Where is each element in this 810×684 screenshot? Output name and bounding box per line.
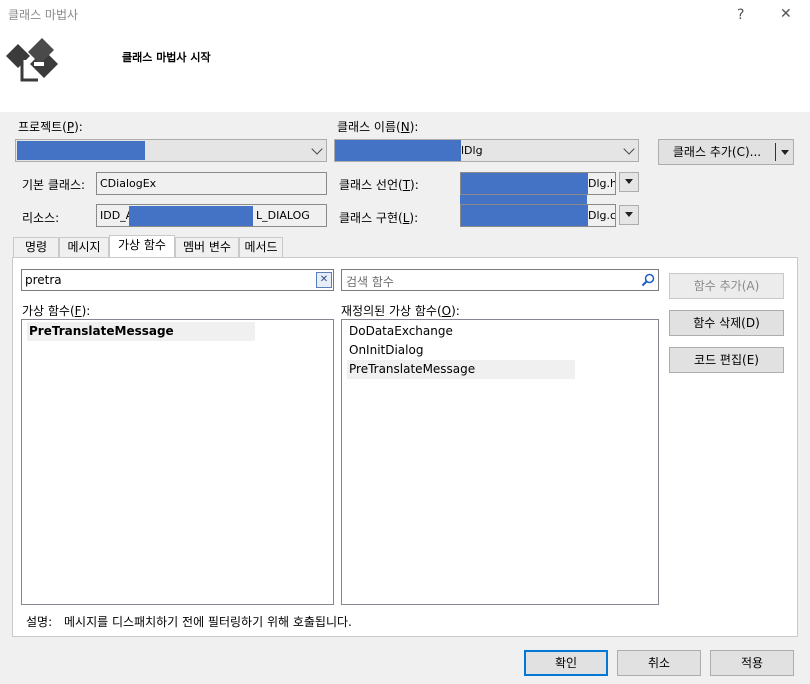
chevron-down-icon: [311, 143, 323, 155]
class-name-label: 클래스 이름(N):: [337, 120, 419, 134]
list-item[interactable]: PreTranslateMessage: [27, 322, 255, 341]
project-label: 프로젝트(P):: [18, 120, 83, 134]
redacted-block: [461, 205, 588, 226]
redacted-block: [335, 140, 461, 161]
chevron-down-icon: [623, 143, 635, 155]
redacted-block: [129, 206, 253, 226]
help-button[interactable]: ?: [737, 7, 744, 23]
description-text: 메시지를 디스패치하기 전에 필터링하기 위해 호출됩니다.: [64, 615, 352, 629]
wizard-subtitle: 클래스 마법사 시작: [122, 51, 211, 64]
resource-label: 리소스:: [22, 211, 60, 225]
dropdown-arrow-icon[interactable]: [781, 150, 789, 155]
virtual-function-search-input[interactable]: pretra ✕: [21, 269, 334, 291]
class-implementation-dropdown-button[interactable]: [619, 205, 639, 225]
close-button[interactable]: ✕: [780, 6, 792, 22]
search-icon[interactable]: [641, 273, 655, 287]
dropdown-arrow-icon: [625, 212, 633, 217]
ok-button[interactable]: 확인: [524, 650, 608, 676]
list-item[interactable]: DoDataExchange: [347, 322, 453, 341]
class-declaration-field[interactable]: Dlg.h: [460, 172, 616, 195]
apply-button[interactable]: 적용: [710, 650, 794, 676]
class-name-value: lDlg: [461, 144, 483, 157]
tab-virtual-functions[interactable]: 가상 함수: [109, 235, 175, 257]
base-class-label: 기본 클래스:: [22, 178, 86, 192]
clear-search-icon[interactable]: ✕: [316, 272, 332, 288]
tab-methods[interactable]: 메서드: [239, 237, 283, 257]
resource-field: IDD_A L_DIALOG: [96, 204, 327, 227]
window-title: 클래스 마법사: [8, 8, 79, 22]
class-declaration-label: 클래스 선언(T):: [339, 178, 419, 192]
description-label: 설명:: [26, 615, 53, 629]
add-class-button[interactable]: 클래스 추가(C)...: [658, 139, 794, 165]
cancel-button[interactable]: 취소: [617, 650, 701, 676]
header-banner: 클래스 마법사 ? ✕ 클래스 마법사 시작: [0, 0, 810, 112]
list-item[interactable]: OnInitDialog: [347, 341, 423, 360]
base-class-field: CDialogEx: [96, 172, 327, 195]
virtual-functions-list[interactable]: PreTranslateMessage: [21, 319, 334, 605]
redacted-block: [461, 173, 588, 194]
redacted-block: [460, 195, 587, 204]
tab-commands[interactable]: 명령: [13, 237, 59, 257]
class-name-combo[interactable]: lDlg: [334, 139, 639, 162]
add-class-button-label: 클래스 추가(C)...: [672, 145, 762, 159]
project-combo[interactable]: [15, 139, 327, 162]
tab-member-variables[interactable]: 멤버 변수: [175, 237, 239, 257]
class-implementation-field[interactable]: Dlg.c: [460, 204, 616, 227]
overridden-functions-label: 재정의된 가상 함수(O):: [341, 304, 460, 318]
list-item[interactable]: PreTranslateMessage: [347, 360, 575, 379]
edit-code-button[interactable]: 코드 편집(E): [669, 347, 784, 373]
add-function-button[interactable]: 함수 추가(A): [669, 273, 784, 299]
split-divider: [775, 143, 776, 161]
overridden-functions-list[interactable]: DoDataExchange OnInitDialog PreTranslate…: [341, 319, 659, 605]
tab-messages[interactable]: 메시지: [59, 237, 109, 257]
dropdown-arrow-icon: [625, 179, 633, 184]
delete-function-button[interactable]: 함수 삭제(D): [669, 310, 784, 336]
class-implementation-label: 클래스 구현(L):: [339, 211, 419, 225]
function-search-input[interactable]: 검색 함수: [341, 269, 659, 291]
virtual-functions-label: 가상 함수(F):: [22, 304, 91, 318]
redacted-block: [17, 141, 145, 160]
class-wizard-logo-icon: [6, 38, 58, 82]
class-declaration-dropdown-button[interactable]: [619, 172, 639, 192]
